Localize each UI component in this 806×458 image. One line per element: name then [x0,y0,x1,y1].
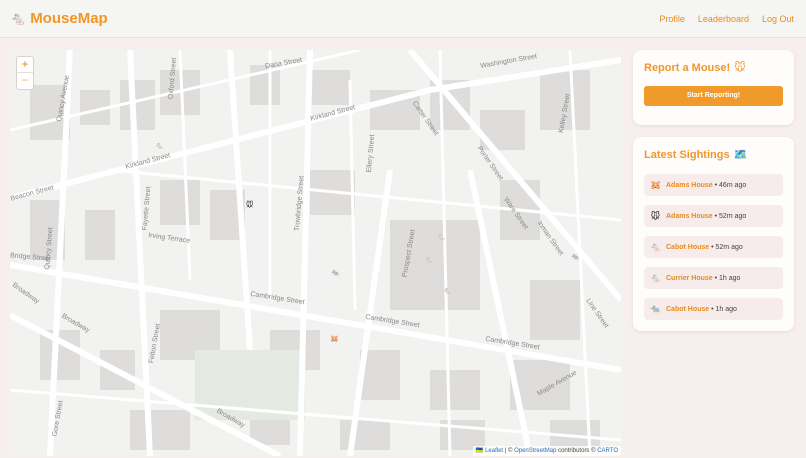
sighting-marker[interactable]: 🐁 [155,143,164,150]
sighting-item[interactable]: 🐭 Adams House • 52m ago [644,205,783,227]
navbar: 🐁 MouseMap Profile Leaderboard Log Out [0,0,806,38]
openstreetmap-link[interactable]: OpenStreetMap [514,448,556,454]
latest-sightings-card: Latest Sightings 🗺️ 🐹 Adams House • 46m … [633,137,794,331]
sighting-marker[interactable]: 🐀 [331,270,340,277]
sighting-marker[interactable]: 🐭 [246,202,253,209]
mouse-icon: 🐁 [650,241,662,252]
report-card: Report a Mouse! 🐭 Start Reporting! [633,50,794,125]
attribution-contributors: contributors © [556,448,598,454]
zoom-out-button[interactable]: − [17,73,33,89]
mouse-face-icon: 🐭 [650,210,661,221]
hamster-icon: 🐹 [650,179,662,190]
mouse-logo-icon: 🐁 [10,11,27,26]
brand-name: MouseMap [30,10,108,27]
nav-links: Profile Leaderboard Log Out [659,13,794,25]
sighting-time: • 46m ago [712,181,747,189]
report-title: Report a Mouse! 🐭 [644,61,746,75]
mouse-icon: 🐁 [650,272,662,283]
sighting-marker[interactable]: 🐹 [330,336,339,343]
carto-link[interactable]: CARTO [597,448,618,454]
mouse-face-icon: 🐭 [734,62,746,74]
sighting-time: • 1h ago [712,274,741,282]
sighting-item[interactable]: 🐁 Currier House • 1h ago [644,267,783,289]
map[interactable]: Kirkland Street Kirkland Street Cambridg… [10,50,621,456]
attribution-separator: | © [503,448,515,454]
map-icon: 🗺️ [733,149,748,161]
sighting-place: Adams House [666,181,713,189]
ukraine-flag-icon: 🇺🇦 [475,448,484,454]
sighting-place: Cabot House [666,305,710,313]
nav-logout-link[interactable]: Log Out [762,13,794,25]
sightings-title: Latest Sightings 🗺️ [644,148,747,162]
sightings-title-text: Latest Sightings [644,149,730,161]
sighting-time: • 52m ago [712,212,747,220]
nav-leaderboard-link[interactable]: Leaderboard [698,13,749,25]
rat-icon: 🐀 [650,303,662,314]
sighting-item[interactable]: 🐁 Cabot House • 52m ago [644,236,783,258]
nav-profile-link[interactable]: Profile [659,13,685,25]
report-title-text: Report a Mouse! [644,62,731,74]
sighting-marker[interactable]: 🐀 [571,254,580,261]
sighting-item[interactable]: 🐀 Cabot House • 1h ago [644,298,783,320]
sighting-place: Cabot House [666,243,710,251]
sighting-item[interactable]: 🐹 Adams House • 46m ago [644,174,783,196]
brand[interactable]: 🐁 MouseMap [10,10,108,28]
sighting-marker[interactable]: 🐁 [425,257,434,264]
zoom-in-button[interactable]: + [17,57,33,73]
sighting-place: Adams House [666,212,713,220]
map-attribution: 🇺🇦 Leaflet | © OpenStreetMap contributor… [472,446,621,456]
sighting-marker[interactable]: 🐁 [443,288,452,295]
leaflet-link[interactable]: Leaflet [485,448,503,454]
sighting-place: Currier House [666,274,713,282]
map-tiles [10,50,621,456]
sighting-time: • 1h ago [709,305,737,313]
sighting-time: • 52m ago [709,243,743,251]
start-reporting-button[interactable]: Start Reporting! [644,86,783,106]
zoom-control: + − [16,56,34,90]
sighting-marker[interactable]: 🐁 [437,234,446,241]
